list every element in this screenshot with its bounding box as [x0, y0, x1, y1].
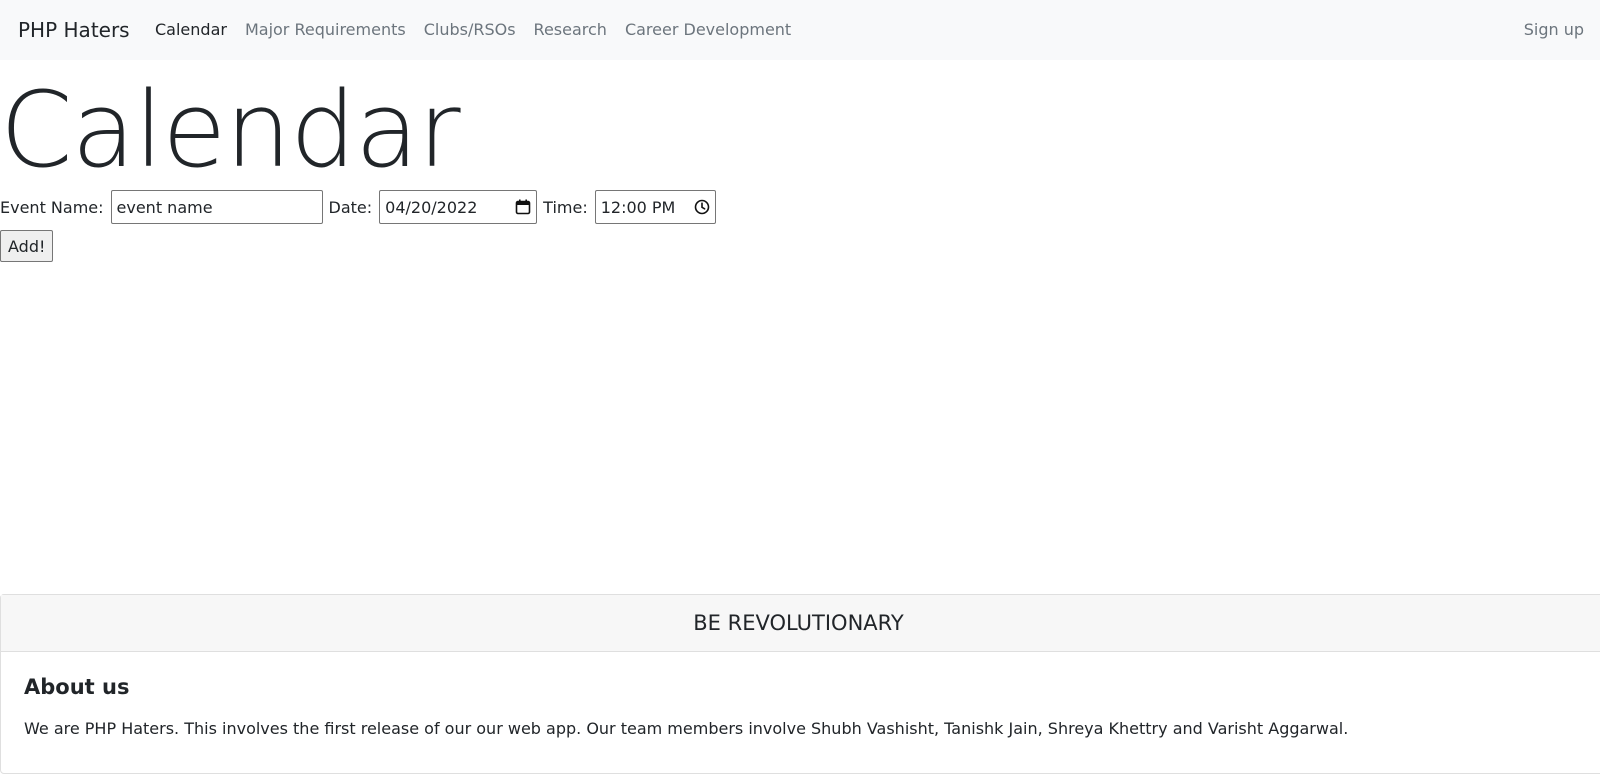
brand-link[interactable]: PHP Haters	[18, 16, 130, 44]
add-event-button[interactable]: Add!	[0, 230, 54, 262]
event-name-value: event name	[116, 197, 213, 217]
about-card: BE REVOLUTIONARY About us We are PHP Hat…	[0, 594, 1600, 774]
calendar-icon[interactable]	[515, 199, 531, 215]
nav-link-calendar[interactable]: Calendar	[155, 18, 227, 42]
card-text: We are PHP Haters. This involves the fir…	[24, 719, 1349, 738]
nav-link-career-development[interactable]: Career Development	[625, 18, 791, 42]
time-value: 12:00 PM	[600, 197, 676, 217]
clock-icon[interactable]	[694, 199, 710, 215]
nav-link-major-requirements[interactable]: Major Requirements	[245, 18, 406, 42]
page-title: Calendar	[0, 69, 461, 191]
nav-link-clubs-rsos[interactable]: Clubs/RSOs	[424, 18, 516, 42]
time-input[interactable]: 12:00 PM	[594, 190, 716, 224]
event-form: Event Name: event name Date: 04/20/2022 …	[0, 190, 722, 224]
signup-link[interactable]: Sign up	[1524, 18, 1584, 42]
nav-link-research[interactable]: Research	[534, 18, 607, 42]
date-input[interactable]: 04/20/2022	[379, 190, 538, 224]
event-name-input[interactable]: event name	[110, 190, 323, 224]
date-value: 04/20/2022	[385, 197, 478, 217]
navbar: PHP Haters Calendar Major Requirements C…	[0, 0, 1600, 60]
nav-links: Calendar Major Requirements Clubs/RSOs R…	[155, 18, 809, 42]
card-title: About us	[24, 675, 130, 699]
card-header: BE REVOLUTIONARY	[1, 595, 1600, 652]
date-label: Date:	[328, 197, 373, 217]
event-name-label: Event Name:	[0, 197, 104, 217]
time-label: Time:	[543, 197, 588, 217]
